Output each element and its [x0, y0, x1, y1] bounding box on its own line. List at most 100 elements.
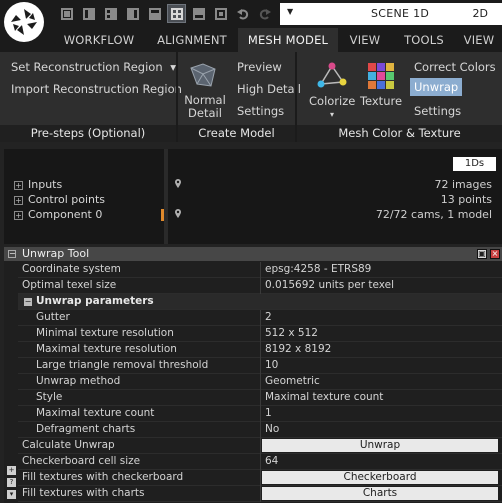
- property-label: Checkerboard cell size: [22, 455, 141, 467]
- workspace-1-icon[interactable]: [58, 5, 75, 22]
- set-reconstruction-region-label: Set Reconstruction Region: [11, 60, 163, 74]
- tab-mesh-model[interactable]: MESH MODEL: [238, 28, 338, 52]
- property-row-checkerboard-cell-size[interactable]: Checkerboard cell size 64: [18, 454, 502, 470]
- mesh-model-icon: [190, 63, 216, 87]
- set-reconstruction-region-button[interactable]: Set Reconstruction Region ▾: [11, 60, 176, 74]
- property-label: Minimal texture resolution: [36, 327, 174, 339]
- property-label: Maximal texture count: [36, 407, 155, 419]
- property-row-style[interactable]: Style Maximal texture count: [18, 390, 502, 406]
- property-row-max-texture-resolution[interactable]: Maximal texture resolution 8192 x 8192: [18, 342, 502, 358]
- charts-button[interactable]: Charts: [262, 487, 498, 500]
- workspace-5-icon[interactable]: [146, 5, 163, 22]
- workspace-2-icon[interactable]: [80, 5, 97, 22]
- property-label: Defragment charts: [36, 423, 136, 435]
- unwrap-tool-panel: − Unwrap Tool ▣ × Coordinate system epsg…: [4, 247, 502, 503]
- texture-label: Texture: [359, 94, 403, 108]
- colorize-label: Colorize: [309, 94, 356, 108]
- tree-row-component-0[interactable]: + Component 0 72/72 cams, 1 model: [4, 208, 502, 223]
- expand-icon[interactable]: +: [14, 196, 23, 205]
- create-model-group-title: Create Model: [178, 125, 295, 142]
- tab-workflow[interactable]: WORKFLOW: [52, 28, 146, 52]
- property-value[interactable]: 2: [265, 311, 272, 323]
- property-row-optimal-texel[interactable]: Optimal texel size 0.015692 units per te…: [18, 278, 502, 294]
- property-row-fill-charts: Fill textures with charts Charts: [18, 486, 502, 502]
- workspace-7-icon[interactable]: [212, 5, 229, 22]
- tree-row-inputs[interactable]: + Inputs 72 images: [4, 178, 502, 193]
- expand-icon[interactable]: +: [14, 181, 23, 190]
- property-value[interactable]: 8192 x 8192: [265, 343, 331, 355]
- import-reconstruction-region-button[interactable]: Import Reconstruction Region: [11, 82, 182, 96]
- workspace-3-icon[interactable]: [102, 5, 119, 22]
- create-model-settings-button[interactable]: Settings: [237, 104, 284, 118]
- workspace-4-icon[interactable]: [124, 5, 141, 22]
- property-value[interactable]: 64: [265, 455, 278, 467]
- property-row-max-texture-count[interactable]: Maximal texture count 1: [18, 406, 502, 422]
- expand-hint-icon[interactable]: +: [7, 466, 16, 475]
- pin-icon: [175, 209, 181, 218]
- property-value[interactable]: No: [265, 423, 279, 435]
- column-separator: [260, 342, 261, 358]
- property-row-large-triangle-threshold[interactable]: Large triangle removal threshold 10: [18, 358, 502, 374]
- ribbon-tabs: WORKFLOW ALIGNMENT MESH MODEL VIEW TOOLS…: [0, 28, 502, 52]
- property-row-min-texture-resolution[interactable]: Minimal texture resolution 512 x 512: [18, 326, 502, 342]
- tree-row-control-points[interactable]: + Control points 13 points: [4, 193, 502, 208]
- collapse-panel-icon[interactable]: −: [8, 250, 16, 258]
- presteps-group-title: Pre-steps (Optional): [0, 125, 176, 142]
- panel-header: − Unwrap Tool ▣ ×: [4, 247, 502, 261]
- property-row-defragment-charts[interactable]: Defragment charts No: [18, 422, 502, 438]
- property-value[interactable]: 10: [265, 359, 278, 371]
- tab-alignment[interactable]: ALIGNMENT: [146, 28, 238, 52]
- property-group-unwrap-parameters[interactable]: − Unwrap parameters: [18, 294, 502, 310]
- column-separator: [260, 470, 261, 486]
- tree-row-value: 72 images: [434, 178, 493, 191]
- property-value[interactable]: 1: [265, 407, 272, 419]
- tab-view[interactable]: VIEW: [338, 28, 392, 52]
- color-texture-settings-button[interactable]: Settings: [414, 104, 461, 118]
- column-separator: [260, 454, 261, 470]
- layout-grid-icon[interactable]: [167, 4, 186, 23]
- property-label: Style: [36, 391, 63, 403]
- scene-badge[interactable]: 1Ds: [453, 157, 496, 171]
- tab-tools[interactable]: TOOLS: [392, 28, 456, 52]
- scroll-down-icon[interactable]: ▾: [7, 490, 16, 499]
- high-detail-button[interactable]: High Detail: [237, 82, 301, 96]
- scene-mode[interactable]: 2D: [473, 7, 488, 20]
- texture-icon: [368, 63, 394, 89]
- preview-button[interactable]: Preview: [237, 60, 282, 74]
- collapse-group-icon[interactable]: −: [24, 298, 32, 306]
- colorize-arrow-icon: ▾: [329, 110, 334, 119]
- expand-icon[interactable]: +: [14, 211, 23, 220]
- property-value[interactable]: 512 x 512: [265, 327, 318, 339]
- column-separator: [260, 438, 261, 454]
- property-row-gutter[interactable]: Gutter 2: [18, 310, 502, 326]
- unwrap-ribbon-button[interactable]: Unwrap: [410, 78, 463, 96]
- scene-selector[interactable]: ▼ SCENE 1D 2D: [280, 3, 502, 25]
- tab-view-2[interactable]: VIEW: [456, 28, 502, 52]
- active-component-marker: [161, 209, 164, 221]
- correct-colors-button[interactable]: Correct Colors: [414, 60, 496, 74]
- ribbon-group-color-texture: Colorize ▾ Texture Correct Colors Unwrap…: [297, 52, 502, 142]
- app-logo-icon[interactable]: [4, 2, 44, 42]
- property-row-unwrap-method[interactable]: Unwrap method Geometric: [18, 374, 502, 390]
- undo-icon[interactable]: [234, 5, 251, 22]
- column-separator: [260, 262, 261, 278]
- column-separator: [260, 486, 261, 502]
- help-hint-icon[interactable]: ?: [7, 478, 16, 487]
- property-row-coordinate-system[interactable]: Coordinate system epsg:4258 - ETRS89: [18, 262, 502, 278]
- column-separator: [260, 406, 261, 422]
- workspace-6-icon[interactable]: [190, 5, 207, 22]
- unwrap-button[interactable]: Unwrap: [262, 439, 498, 452]
- checkerboard-button[interactable]: Checkerboard: [262, 471, 498, 484]
- title-bar: ▼ SCENE 1D 2D: [0, 0, 502, 42]
- normal-detail-label: Normal Detail: [184, 93, 226, 120]
- column-separator: [260, 390, 261, 406]
- scene-dropdown-arrow-icon[interactable]: ▼: [287, 7, 293, 16]
- redo-icon[interactable]: [256, 5, 273, 22]
- close-panel-icon[interactable]: ×: [490, 249, 500, 259]
- tree-row-label: Inputs: [28, 178, 63, 191]
- tree-row-label: Control points: [28, 193, 106, 206]
- pin-panel-icon[interactable]: ▣: [477, 249, 487, 259]
- property-label: Maximal texture resolution: [36, 343, 177, 355]
- property-value[interactable]: Maximal texture count: [265, 391, 383, 403]
- property-value[interactable]: Geometric: [265, 375, 320, 387]
